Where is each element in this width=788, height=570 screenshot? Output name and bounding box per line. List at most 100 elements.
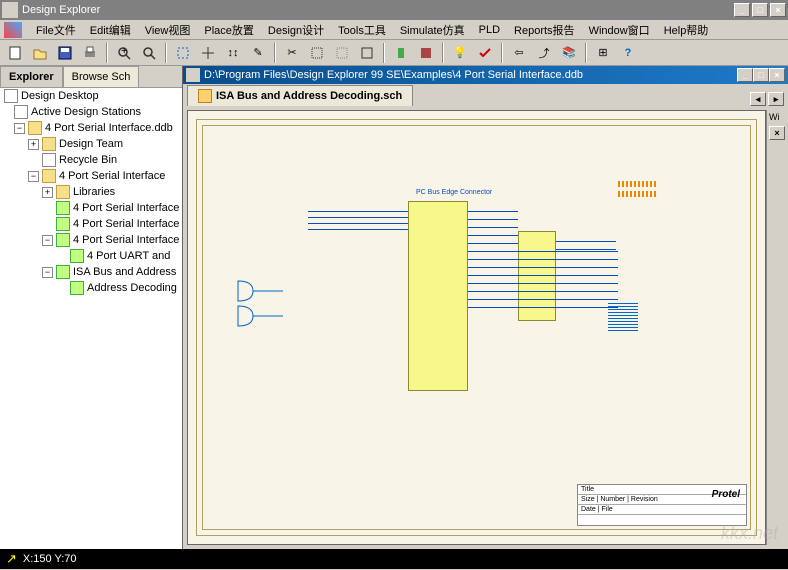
help-icon[interactable]: ?: [617, 42, 639, 64]
menu-edit[interactable]: Edit编辑: [84, 20, 137, 40]
menu-pld[interactable]: PLD: [473, 22, 506, 38]
expand-icon[interactable]: +: [42, 187, 53, 198]
tree-node-isa[interactable]: −ISA Bus and Address: [0, 264, 182, 280]
tree-node-address[interactable]: Address Decoding: [0, 280, 182, 296]
cut-icon[interactable]: ✂: [281, 42, 303, 64]
menu-window[interactable]: Window窗口: [583, 20, 656, 40]
menu-tools[interactable]: Tools工具: [332, 20, 392, 40]
component-icon[interactable]: [390, 42, 412, 64]
bulb-icon[interactable]: 💡: [449, 42, 471, 64]
check-icon[interactable]: [474, 42, 496, 64]
menubar: File文件 Edit编辑 View视图 Place放置 Design设计 To…: [0, 20, 788, 40]
sch-icon: [56, 233, 70, 247]
maximize-button[interactable]: □: [752, 3, 768, 17]
select-icon[interactable]: [172, 42, 194, 64]
expand-icon[interactable]: +: [28, 139, 39, 150]
collapse-icon[interactable]: −: [42, 267, 53, 278]
select-rect-icon[interactable]: [306, 42, 328, 64]
tree-node-stations[interactable]: Active Design Stations: [0, 104, 182, 120]
grid-icon[interactable]: ⊞: [592, 42, 614, 64]
folder-icon: [56, 185, 70, 199]
connector-icon: [618, 191, 658, 197]
tree-node-sch1[interactable]: 4 Port Serial Interface: [0, 200, 182, 216]
station-icon: [14, 105, 28, 119]
sch-icon: [70, 249, 84, 263]
sch-icon: [56, 217, 70, 231]
schematic-label: PC Bus Edge Connector: [416, 189, 492, 196]
tree-node-project[interactable]: −4 Port Serial Interface: [0, 168, 182, 184]
menu-view[interactable]: View视图: [139, 20, 197, 40]
cursor-coordinates: X:150 Y:70: [23, 553, 77, 565]
document-area: D:\Program Files\Design Explorer 99 SE\E…: [183, 66, 788, 549]
sheet-icon[interactable]: [415, 42, 437, 64]
select3-icon[interactable]: [356, 42, 378, 64]
document-path: D:\Program Files\Design Explorer 99 SE\E…: [204, 69, 737, 81]
connector-icon: [618, 181, 658, 187]
right-toolstrip[interactable]: Wi ×: [766, 110, 784, 545]
app-icon: [2, 2, 18, 18]
svg-text:+: +: [121, 45, 127, 57]
new-icon[interactable]: [4, 42, 26, 64]
menu-design[interactable]: Design设计: [262, 20, 330, 40]
tab-prev-button[interactable]: ◂: [750, 92, 766, 106]
zoom-in-icon[interactable]: +: [113, 42, 135, 64]
tree-node-sch2[interactable]: 4 Port Serial Interface: [0, 216, 182, 232]
close-button[interactable]: ×: [770, 3, 786, 17]
watermark: kkx.net: [721, 523, 778, 544]
doc-minimize-button[interactable]: _: [737, 68, 753, 82]
tree-node-desktop[interactable]: Design Desktop: [0, 88, 182, 104]
document-tab[interactable]: ISA Bus and Address Decoding.sch: [187, 85, 413, 106]
sch-tab-icon: [198, 89, 212, 103]
tab-browse-sch[interactable]: Browse Sch: [63, 66, 140, 87]
menu-logo-icon: [4, 22, 22, 38]
tool-icon[interactable]: ↕↕: [222, 42, 244, 64]
document-titlebar: D:\Program Files\Design Explorer 99 SE\E…: [183, 66, 788, 84]
window-titlebar: Design Explorer _ □ ×: [0, 0, 788, 20]
ddb-icon: [28, 121, 42, 135]
tree-node-sch3[interactable]: −4 Port Serial Interface: [0, 232, 182, 248]
menu-help[interactable]: Help帮助: [658, 20, 715, 40]
save-icon[interactable]: [54, 42, 76, 64]
document-tab-label: ISA Bus and Address Decoding.sch: [216, 90, 402, 102]
folder-icon: [42, 169, 56, 183]
select2-icon[interactable]: [331, 42, 353, 64]
collapse-icon[interactable]: −: [14, 123, 25, 134]
strip-close-button[interactable]: ×: [769, 126, 785, 140]
menu-simulate[interactable]: Simulate仿真: [394, 20, 471, 40]
cursor-arrow-icon: ↗: [6, 551, 17, 567]
up-icon[interactable]: ⤴: [533, 42, 555, 64]
tree-node-team[interactable]: +Design Team: [0, 136, 182, 152]
protel-logo: Protel: [712, 489, 740, 500]
menu-place[interactable]: Place放置: [198, 20, 260, 40]
zoom-out-icon[interactable]: [138, 42, 160, 64]
tab-next-button[interactable]: ▸: [768, 92, 784, 106]
collapse-icon[interactable]: −: [28, 171, 39, 182]
minimize-button[interactable]: _: [734, 3, 750, 17]
print-icon[interactable]: [79, 42, 101, 64]
move-icon[interactable]: [197, 42, 219, 64]
menu-reports[interactable]: Reports报告: [508, 20, 581, 40]
sch-icon: [70, 281, 84, 295]
pencil-icon[interactable]: ✎: [247, 42, 269, 64]
menu-file[interactable]: File文件: [30, 20, 82, 40]
gate-cluster: [233, 271, 303, 331]
open-icon[interactable]: [29, 42, 51, 64]
tree-node-ddb[interactable]: −4 Port Serial Interface.ddb: [0, 120, 182, 136]
tree-node-libraries[interactable]: +Libraries: [0, 184, 182, 200]
sch-icon: [56, 265, 70, 279]
schematic-canvas[interactable]: PC Bus Edge Connector: [187, 110, 766, 545]
header-icon: [608, 301, 638, 331]
recycle-icon: [42, 153, 56, 167]
back-icon[interactable]: ⇦: [508, 42, 530, 64]
tree-view[interactable]: Design Desktop Active Design Stations −4…: [0, 88, 182, 549]
main-chip: [408, 201, 468, 391]
toolbar: + ↕↕ ✎ ✂ 💡 ⇦ ⤴ 📚 ⊞ ?: [0, 40, 788, 66]
library-icon[interactable]: 📚: [558, 42, 580, 64]
collapse-icon[interactable]: −: [42, 235, 53, 246]
tree-node-uart[interactable]: 4 Port UART and: [0, 248, 182, 264]
doc-close-button[interactable]: ×: [769, 68, 785, 82]
tab-explorer[interactable]: Explorer: [0, 66, 63, 87]
tree-node-recycle[interactable]: Recycle Bin: [0, 152, 182, 168]
doc-maximize-button[interactable]: □: [753, 68, 769, 82]
statusbar: ↗ X:150 Y:70: [0, 549, 788, 569]
